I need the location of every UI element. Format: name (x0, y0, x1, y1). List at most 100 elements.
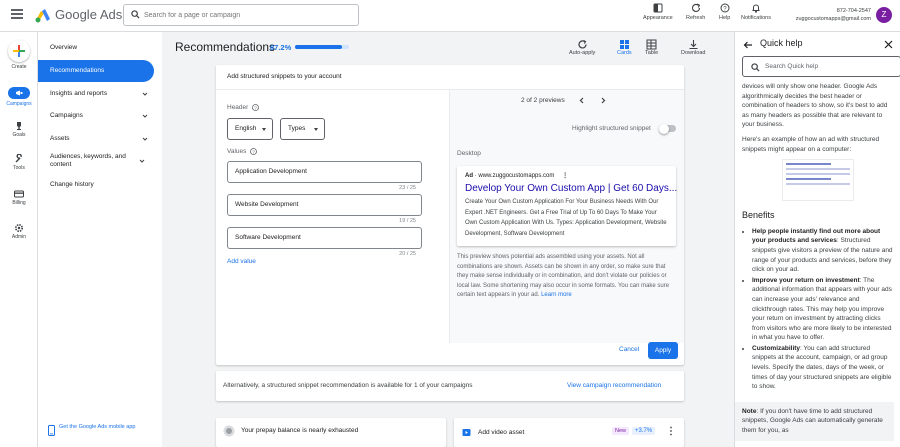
rail-campaigns-label: Campaigns (6, 101, 32, 107)
chevron-right-icon[interactable] (600, 97, 606, 104)
google-ads-logo (35, 9, 50, 23)
rail-admin-label: Admin (11, 234, 27, 240)
chevron-down-icon (142, 137, 148, 141)
language-value: English (235, 125, 257, 132)
brand-name: Google Ads (55, 7, 123, 22)
note-title: Note (742, 407, 757, 415)
left-rail: Create Campaigns Goals Tools Billing Adm… (0, 32, 38, 447)
values-label-text: Values (227, 148, 247, 156)
close-icon[interactable] (884, 40, 893, 49)
rail-campaigns[interactable]: Campaigns (0, 87, 38, 107)
device-label: Desktop (457, 150, 481, 157)
notifications-label: Notifications (741, 15, 771, 21)
rail-create-label: Create (11, 64, 27, 70)
nav-item-overview[interactable]: Overview (38, 44, 162, 52)
nav-change-history-label: Change history (50, 181, 94, 188)
more-vert-icon[interactable]: ⋮ (666, 426, 676, 437)
optimization-score-bar (295, 45, 349, 49)
table-view-button[interactable]: Table (645, 39, 658, 56)
refresh-button[interactable]: Refresh (686, 3, 705, 29)
download-label: Download (681, 50, 706, 56)
list-item: Customizability: You can add structured … (752, 344, 894, 392)
help-circle-icon[interactable]: ? (252, 104, 260, 111)
download-button[interactable]: Download (681, 39, 705, 56)
preview-disclaimer: This preview shows potential ads assembl… (457, 253, 677, 301)
ad-badge: Ad (465, 173, 473, 179)
cards-view-button[interactable]: Cards (617, 39, 632, 56)
plus-icon (8, 40, 30, 62)
avatar[interactable]: Z (876, 7, 892, 23)
help-circle-icon[interactable]: ? (250, 148, 258, 155)
ad-headline: Develop Your Own Custom App | Get 60 Day… (465, 183, 678, 194)
search-input[interactable] (144, 9, 344, 22)
view-campaign-recommendation-link[interactable]: View campaign recommendation (567, 382, 661, 389)
appearance-button[interactable]: Appearance (643, 3, 673, 29)
rail-billing[interactable]: Billing (0, 189, 38, 206)
nav-item-change-history[interactable]: Change history (38, 181, 162, 189)
rail-goals[interactable]: Goals (0, 121, 38, 138)
highlight-label: Highlight structured snippet (572, 125, 651, 132)
add-value-button[interactable]: Add value (227, 258, 256, 265)
uplift-badge: +3.7% (632, 427, 656, 435)
ad-url-line: Ad · www.zuggocustomapps.com ⋮ (465, 173, 569, 179)
table-icon (646, 39, 657, 50)
help-button[interactable]: ? Help (719, 3, 730, 29)
svg-text:?: ? (252, 149, 255, 154)
nav-item-insights[interactable]: Insights and reports (38, 90, 162, 98)
help-intro: devices will only show one header. Googl… (742, 83, 888, 129)
auto-apply-icon (578, 39, 587, 49)
nav-recommendations-label: Recommendations (50, 67, 105, 74)
nav-audiences-label: Audiences, keywords, and content (50, 153, 126, 168)
nav-item-audiences[interactable]: Audiences, keywords, and content (38, 153, 145, 169)
dropdown-arrow-icon (314, 128, 318, 131)
notifications-button[interactable]: Notifications (741, 3, 771, 29)
more-vert-icon[interactable]: ⋮ (562, 173, 568, 179)
search-box[interactable] (123, 4, 359, 26)
rail-admin[interactable]: Admin (0, 223, 38, 240)
top-bar: Google Ads Appearance Refresh ? Help Not… (0, 0, 900, 32)
highlight-toggle[interactable] (659, 123, 676, 134)
menu-icon[interactable] (11, 9, 23, 19)
chevron-left-icon[interactable] (579, 97, 585, 104)
trophy-icon (17, 122, 21, 130)
chevron-down-icon (142, 114, 148, 118)
value-counter-3: 20 / 25 (399, 251, 416, 257)
prepay-balance-card[interactable]: Your prepay balance is nearly exhausted (216, 418, 446, 447)
language-dropdown[interactable]: English (227, 118, 273, 140)
info-circle-icon (223, 425, 235, 437)
quick-help-title: Quick help (760, 38, 803, 48)
value-field-1[interactable]: Application Development (227, 161, 422, 183)
nav-item-assets[interactable]: Assets (38, 135, 162, 143)
value-field-2[interactable]: Website Development (227, 194, 422, 216)
auto-apply-label: Auto-apply (569, 50, 596, 56)
nav-item-recommendations[interactable]: Recommendations (38, 60, 154, 82)
svg-text:?: ? (254, 105, 257, 110)
cards-icon (619, 40, 629, 49)
learn-more-link[interactable]: Learn more (541, 292, 572, 298)
account-info[interactable]: 872-704-2547 zuggocustomapps@gmail.com (787, 7, 871, 23)
video-asset-card[interactable]: Add video asset New +3.7% ⋮ (454, 418, 684, 447)
help-example: Here's an example of how an ad with stru… (742, 135, 880, 153)
rail-create[interactable]: Create (0, 40, 38, 70)
header-type-dropdown[interactable]: Types (280, 118, 325, 140)
ad-display-url: www.zuggocustomapps.com (478, 173, 555, 179)
back-arrow-icon[interactable] (743, 40, 753, 50)
auto-apply-button[interactable]: Auto-apply (569, 39, 595, 56)
refresh-icon (691, 3, 700, 12)
video-asset-text: Add video asset (478, 429, 525, 436)
ad-description: Create Your Own Custom Application For Y… (465, 199, 667, 237)
value-field-3[interactable]: Software Development (227, 227, 422, 249)
ad-preview-panel: 2 of 2 previews Highlight structured sni… (449, 90, 684, 343)
campaigns-icon (8, 87, 30, 99)
mobile-app-link[interactable]: Get the Google Ads mobile app (59, 424, 139, 431)
rail-tools[interactable]: Tools (0, 154, 38, 171)
quick-help-content: devices will only show one header. Googl… (735, 82, 894, 441)
nav-item-campaigns[interactable]: Campaigns (38, 112, 162, 120)
benefit-title: Customizability (752, 344, 801, 352)
rail-tools-label: Tools (13, 165, 25, 171)
cancel-button[interactable]: Cancel (619, 346, 639, 353)
download-icon (689, 40, 698, 50)
apply-button[interactable]: Apply (648, 342, 678, 359)
quick-help-search[interactable]: Search Quick help (742, 56, 900, 77)
preview-pager: 2 of 2 previews (521, 97, 606, 104)
